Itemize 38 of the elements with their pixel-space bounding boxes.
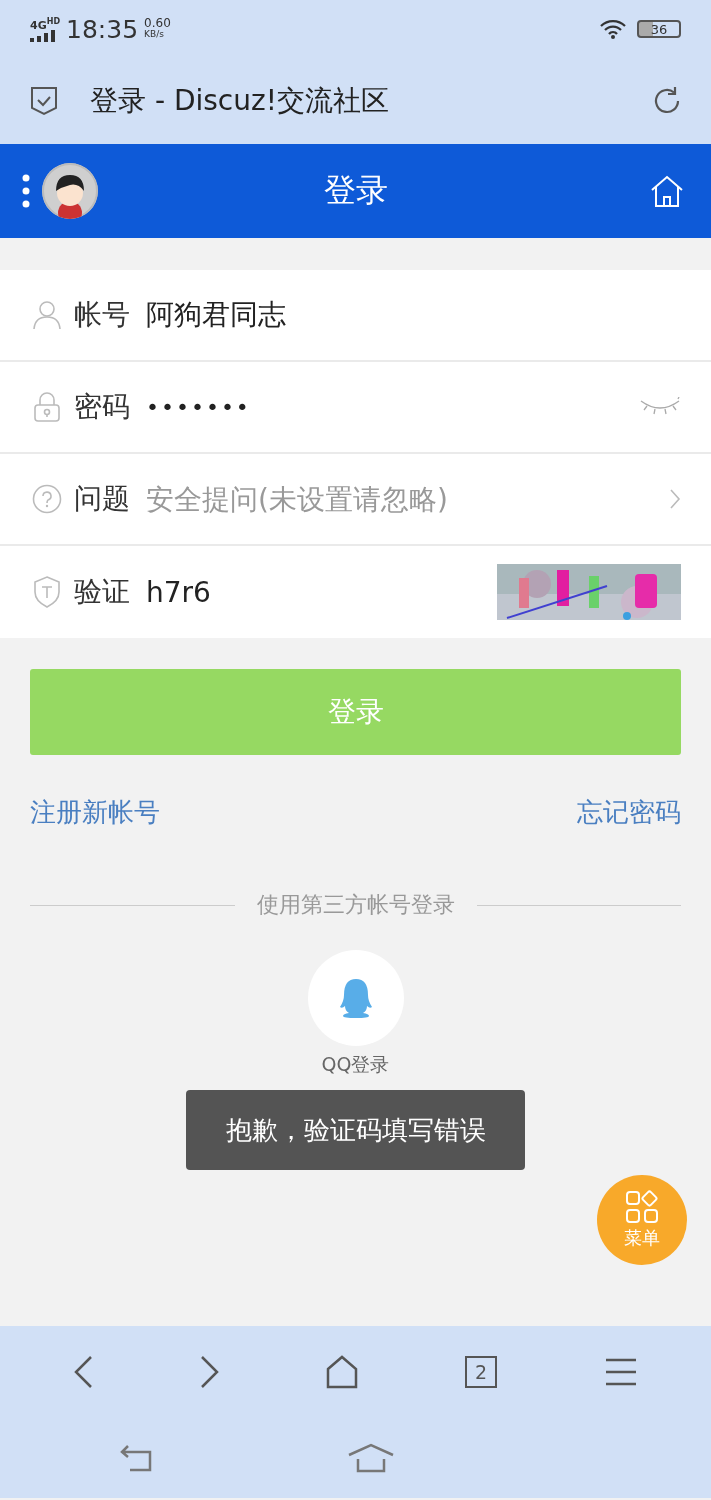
home-icon[interactable]	[326, 1355, 359, 1389]
back-icon[interactable]	[118, 1444, 154, 1472]
field-label: 帐号	[74, 297, 130, 333]
clock-time: 18:35	[66, 14, 139, 44]
register-link[interactable]: 注册新帐号	[30, 795, 160, 830]
lock-icon	[34, 392, 60, 422]
shield-icon	[33, 576, 61, 608]
question-select[interactable]: 安全提问(未设置请忽略)	[142, 477, 657, 521]
person-icon	[32, 300, 62, 330]
input-field[interactable]: h7r6	[142, 570, 485, 614]
input-field[interactable]: •••••••	[142, 385, 627, 429]
shield-icon[interactable]	[30, 86, 58, 116]
header-title: 登录	[323, 170, 388, 211]
forward-icon[interactable]	[199, 1355, 220, 1389]
field-label: 问题	[74, 481, 130, 517]
grid-icon	[625, 1190, 659, 1224]
page-title: 登录 - Discuz!交流社区	[90, 83, 389, 119]
more-icon[interactable]	[22, 174, 30, 208]
help-icon	[32, 484, 62, 514]
forgot-password-link[interactable]: 忘记密码	[577, 795, 681, 830]
speed-unit: KB/s	[144, 29, 165, 40]
home-icon[interactable]	[649, 174, 685, 208]
qq-login-label: QQ登录	[321, 1052, 390, 1077]
network-speed: 0.60	[144, 18, 171, 29]
battery-level: 36	[637, 20, 681, 38]
back-icon[interactable]	[73, 1355, 94, 1389]
wifi-icon	[599, 19, 627, 39]
tab-count-button[interactable]: 2	[465, 1356, 498, 1388]
input-field[interactable]: 阿狗君同志	[142, 293, 681, 337]
network-type: 4G$^{HD}$	[30, 15, 61, 31]
section-heading: 使用第三方帐号登录	[256, 891, 455, 919]
home-icon[interactable]	[347, 1443, 395, 1473]
avatar-icon[interactable]	[42, 163, 98, 219]
field-label: 密码	[74, 389, 130, 425]
error-toast: 抱歉，验证码填写错误	[186, 1090, 525, 1170]
signal-icon	[30, 30, 58, 43]
menu-icon[interactable]	[603, 1357, 638, 1387]
field-label: 验证	[74, 574, 130, 610]
